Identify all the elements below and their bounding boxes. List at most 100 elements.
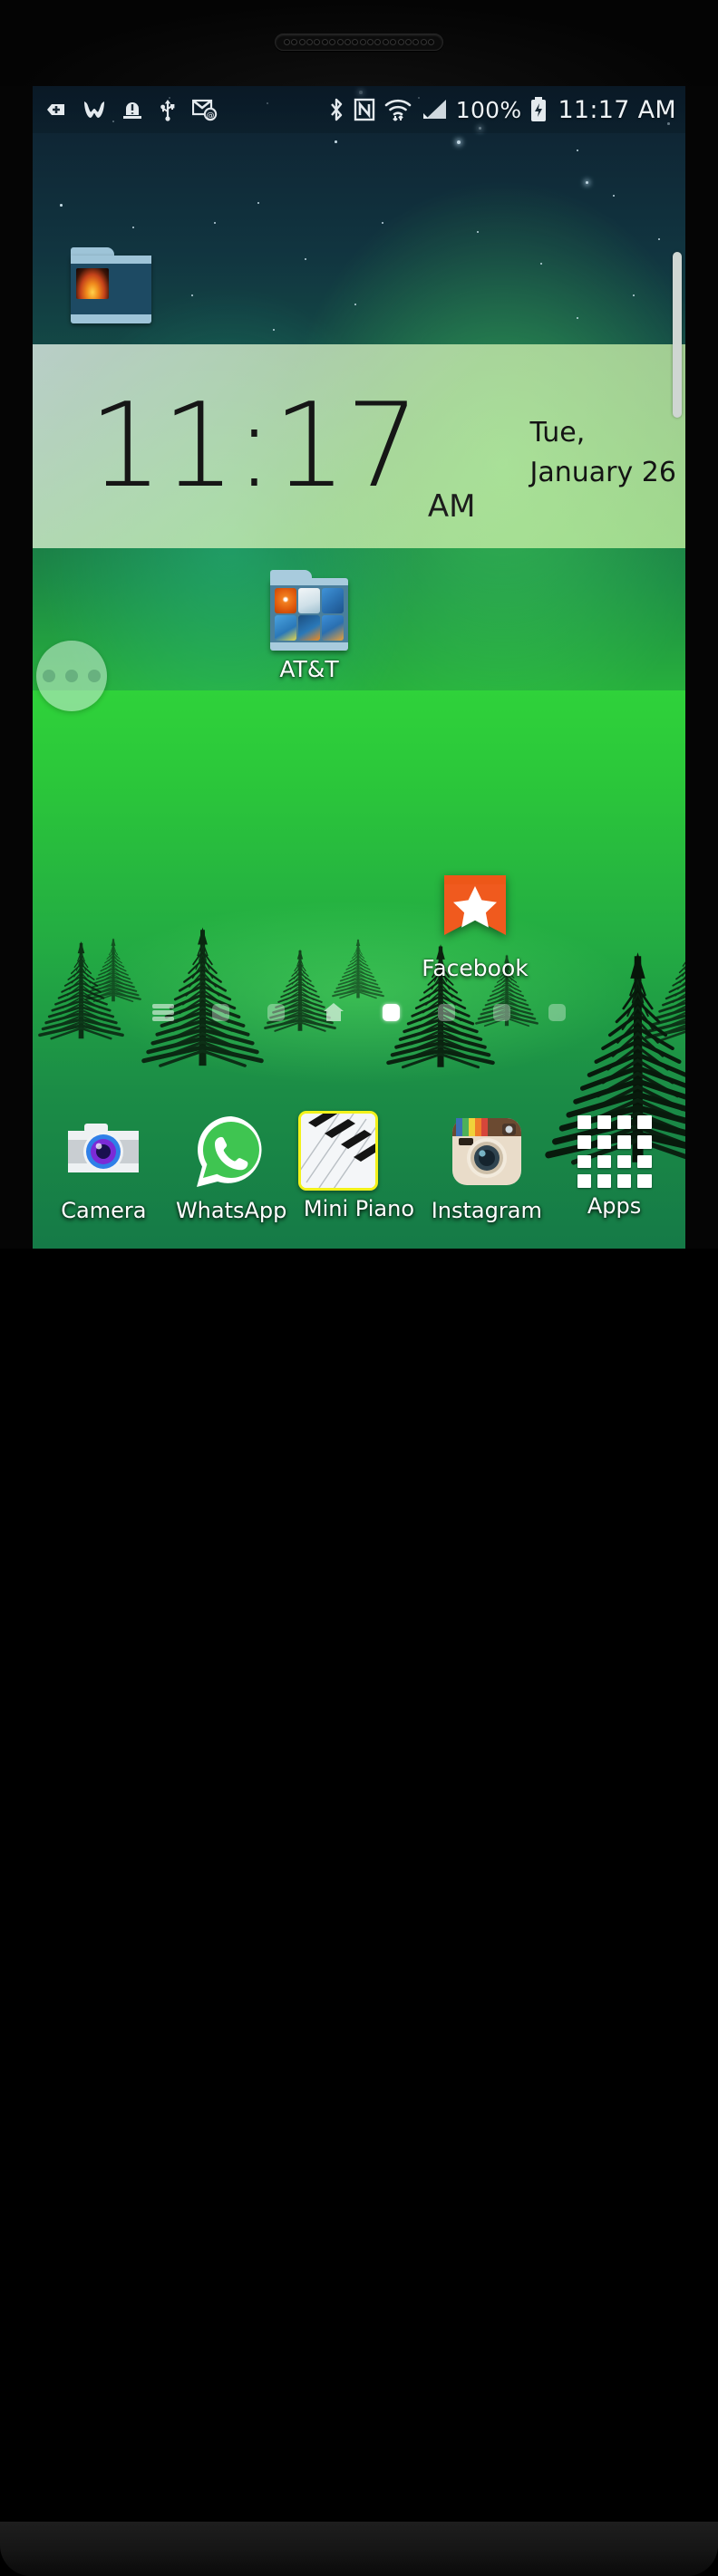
star xyxy=(577,150,578,151)
star xyxy=(191,294,193,296)
apps-grid-cell xyxy=(617,1174,631,1188)
earpiece-hole xyxy=(374,39,381,45)
music-folder[interactable] xyxy=(71,247,151,323)
whatsapp-icon xyxy=(190,1111,272,1192)
apps-grid-cell xyxy=(597,1115,611,1129)
apps-grid-cell xyxy=(637,1174,651,1188)
star xyxy=(540,263,542,265)
facebook-shortcut[interactable]: Facebook xyxy=(407,870,543,981)
att-smart-wifi-icon xyxy=(298,615,320,641)
apps-grid-cell xyxy=(637,1135,651,1149)
page-dot-6[interactable] xyxy=(493,1004,510,1021)
earpiece-hole xyxy=(412,39,419,45)
page-dot-active[interactable] xyxy=(383,1004,400,1021)
battery-charging-icon xyxy=(529,97,548,122)
earpiece-speaker-grille xyxy=(275,34,443,51)
star xyxy=(60,204,63,207)
star xyxy=(586,181,588,184)
email-at-icon: @ xyxy=(192,98,218,121)
status-bar-clock: 11:17 AM xyxy=(558,96,676,124)
fire-album-art xyxy=(76,268,109,299)
earpiece-hole xyxy=(337,39,344,45)
star xyxy=(477,231,479,233)
apps-grid-cell xyxy=(617,1135,631,1149)
dock-whatsapp-label: WhatsApp xyxy=(170,1198,292,1223)
dock-camera-label: Camera xyxy=(43,1198,164,1223)
star xyxy=(633,294,635,296)
dock-whatsapp[interactable]: WhatsApp xyxy=(170,1111,292,1223)
apps-grid-cell xyxy=(597,1155,611,1169)
page-indicator xyxy=(33,994,685,1030)
apps-grid-cell xyxy=(597,1174,611,1188)
menu-dot xyxy=(43,670,55,682)
star xyxy=(457,140,461,144)
cellular-signal-icon xyxy=(421,98,448,121)
piano-keys-icon xyxy=(298,1111,378,1191)
dock-mini-piano-label: Mini Piano xyxy=(298,1196,420,1221)
list-hamburger-icon[interactable] xyxy=(152,1004,174,1021)
apps-grid-icon xyxy=(577,1115,652,1188)
star xyxy=(273,329,275,331)
earpiece-hole xyxy=(322,39,328,45)
tree-silhouette xyxy=(264,918,336,1063)
page-dot-7[interactable] xyxy=(548,1004,566,1021)
star xyxy=(305,258,306,260)
att-folder-top-strip xyxy=(270,578,348,585)
att-mobile-icon xyxy=(322,615,344,641)
dock-apps[interactable]: Apps xyxy=(554,1111,675,1219)
orange-ribbon-star-icon xyxy=(439,870,511,950)
phone-device: @ 100% 11:17 AM xyxy=(0,0,718,1327)
att-folder-preview-grid xyxy=(275,588,344,641)
folder-body xyxy=(71,256,151,323)
dock-instagram[interactable]: Instagram xyxy=(426,1111,548,1223)
star xyxy=(335,140,337,143)
wifi-icon xyxy=(383,97,412,122)
clock-day-label: Tue, xyxy=(529,417,585,449)
bluetooth-icon xyxy=(327,97,345,122)
earpiece-hole xyxy=(398,39,404,45)
apps-grid-cell xyxy=(617,1155,631,1169)
star xyxy=(613,195,615,197)
page-dot-2[interactable] xyxy=(267,1004,285,1021)
star xyxy=(214,222,216,224)
att-navigator-icon xyxy=(322,588,344,613)
phone-top-bezel xyxy=(0,0,718,86)
earpiece-hole xyxy=(291,39,297,45)
star xyxy=(382,222,383,224)
earpiece-hole xyxy=(383,39,389,45)
apps-grid-cell xyxy=(577,1174,591,1188)
page-dot-5[interactable] xyxy=(438,1004,455,1021)
dock-apps-label: Apps xyxy=(554,1193,675,1219)
earpiece-hole xyxy=(314,39,320,45)
star xyxy=(132,227,134,228)
facebook-label: Facebook xyxy=(407,955,543,981)
att-folder[interactable]: AT&T xyxy=(241,578,377,682)
dock-mini-piano[interactable]: Mini Piano xyxy=(298,1111,420,1221)
clock-month-day-label: January 26 xyxy=(529,457,675,488)
overflow-menu-button[interactable] xyxy=(36,641,107,711)
phone-chin xyxy=(0,2522,718,2576)
earpiece-hole xyxy=(421,39,427,45)
apps-grid-cell xyxy=(637,1115,651,1129)
att-globe-icon xyxy=(275,588,296,613)
apps-grid-cell xyxy=(617,1115,631,1129)
apps-grid-cell xyxy=(637,1155,651,1169)
clock-ampm-label: AM xyxy=(428,488,476,525)
apps-grid-cell xyxy=(597,1135,611,1149)
menu-dot xyxy=(88,670,101,682)
page-scrollbar[interactable] xyxy=(673,252,682,418)
star xyxy=(658,238,660,240)
earpiece-hole xyxy=(405,39,412,45)
svg-text:@: @ xyxy=(207,111,215,121)
clock-widget[interactable]: 11:17 AM Tue, January 26 xyxy=(33,344,685,548)
status-bar[interactable]: @ 100% 11:17 AM xyxy=(33,86,685,133)
menu-dot xyxy=(65,670,78,682)
status-bar-left-icons: @ xyxy=(45,98,218,121)
page-dot-1[interactable] xyxy=(212,1004,229,1021)
dock: Camera WhatsApp xyxy=(33,1095,685,1249)
earpiece-hole xyxy=(360,39,366,45)
medical-plus-icon xyxy=(45,99,67,121)
att-ready2go-icon xyxy=(275,615,296,641)
home-icon[interactable] xyxy=(323,1002,344,1022)
dock-camera[interactable]: Camera xyxy=(43,1111,164,1223)
